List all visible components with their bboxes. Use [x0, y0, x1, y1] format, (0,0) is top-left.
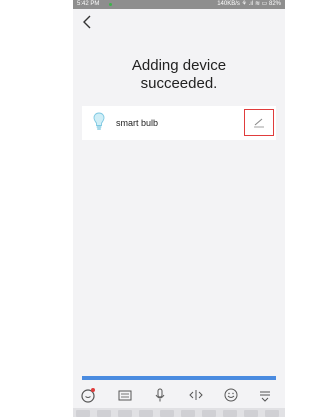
- edit-name-button[interactable]: [244, 109, 274, 136]
- collapse-keyboard-icon[interactable]: [256, 386, 274, 404]
- microphone-icon[interactable]: [151, 386, 169, 404]
- status-time: 5:42 PM: [77, 1, 100, 7]
- keyboard-icon[interactable]: [116, 386, 134, 404]
- phone-screen: 5:42 PM 140KB/s ⚘ .ıl ≋ ▭ 82% Adding dev…: [73, 0, 285, 417]
- keyboard-key[interactable]: [181, 410, 195, 417]
- status-bar: 5:42 PM 140KB/s ⚘ .ıl ≋ ▭ 82%: [73, 0, 285, 9]
- page-title-line-1: Adding device: [131, 57, 227, 74]
- cursor-move-icon[interactable]: [187, 386, 205, 404]
- keyboard-key[interactable]: [265, 410, 279, 417]
- chevron-left-icon: [83, 15, 91, 29]
- keyboard-key[interactable]: [244, 410, 258, 417]
- notification-dot-icon: [109, 3, 112, 6]
- back-button[interactable]: [82, 15, 96, 31]
- keyboard-key[interactable]: [223, 410, 237, 417]
- status-indicators: 140KB/s ⚘ .ıl ≋ ▭ 82%: [217, 1, 281, 7]
- keyboard-key[interactable]: [160, 410, 174, 417]
- keyboard-toolbar: [73, 383, 285, 407]
- keyboard-key[interactable]: [76, 410, 90, 417]
- pencil-icon: [254, 118, 264, 128]
- keyboard-keys-row: [73, 408, 285, 417]
- keyboard-key[interactable]: [139, 410, 153, 417]
- page-title-line-2: succeeded.: [140, 75, 218, 92]
- emoji-icon[interactable]: [222, 386, 240, 404]
- ime-logo-icon[interactable]: [79, 386, 97, 404]
- keyboard-key[interactable]: [202, 410, 216, 417]
- keyboard-key[interactable]: [97, 410, 111, 417]
- lightbulb-icon: [93, 112, 105, 130]
- keyboard-key[interactable]: [118, 410, 132, 417]
- page-title: Adding device succeeded.: [73, 57, 285, 93]
- device-card: smart bulb: [82, 106, 276, 140]
- device-name: smart bulb: [116, 118, 159, 128]
- accent-bar: [82, 376, 276, 380]
